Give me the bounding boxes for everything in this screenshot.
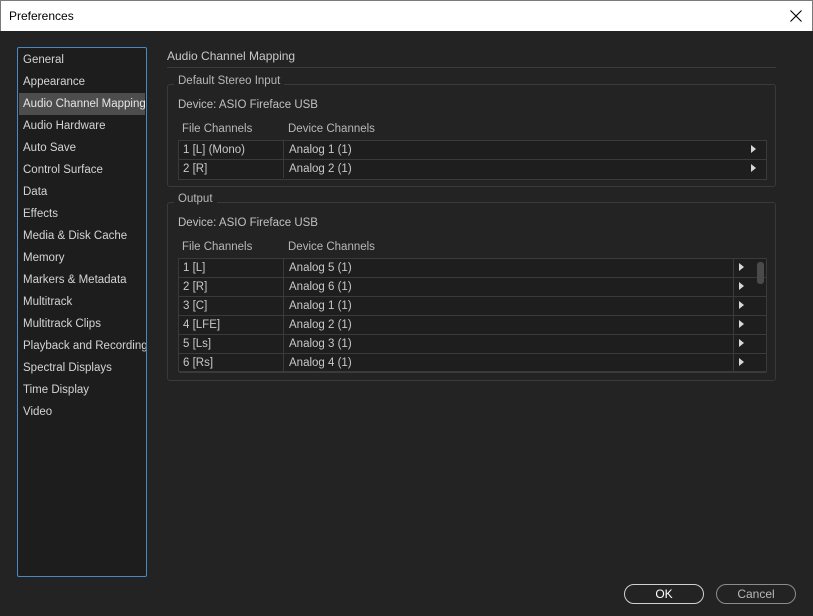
sidebar-item-audio-hardware[interactable]: Audio Hardware xyxy=(18,115,146,137)
table-row[interactable]: 2 [R] Analog 6 (1) xyxy=(179,278,766,297)
chevron-right-icon[interactable] xyxy=(739,301,744,309)
file-channel-cell: 4 [LFE] xyxy=(183,319,221,331)
group-title-output: Output xyxy=(174,193,217,205)
file-channel-cell: 1 [L] (Mono) xyxy=(183,144,245,156)
output-device-label: Device: ASIO Fireface USB xyxy=(178,217,318,229)
group-title-stereo-input: Default Stereo Input xyxy=(174,75,285,87)
column-separator xyxy=(283,259,284,277)
sidebar-item-markers-metadata[interactable]: Markers & Metadata xyxy=(18,269,146,291)
window-title: Preferences xyxy=(9,9,74,23)
title-bar: Preferences xyxy=(0,0,813,31)
sidebar-item-effects[interactable]: Effects xyxy=(18,203,146,225)
sidebar-item-memory[interactable]: Memory xyxy=(18,247,146,269)
chevron-right-icon[interactable] xyxy=(739,339,744,347)
column-separator xyxy=(283,141,284,159)
stereo-input-device-label: Device: ASIO Fireface USB xyxy=(178,99,318,111)
table-row[interactable]: 4 [LFE] Analog 2 (1) xyxy=(179,316,766,335)
sidebar-item-auto-save[interactable]: Auto Save xyxy=(18,137,146,159)
column-separator xyxy=(283,354,284,372)
table-row[interactable]: 3 [C] Analog 1 (1) xyxy=(179,297,766,316)
close-icon xyxy=(790,10,802,22)
file-channel-cell: 6 [Rs] xyxy=(183,357,214,369)
sidebar-item-audio-channel-mapping[interactable]: Audio Channel Mapping xyxy=(19,93,145,115)
scrollbar-thumb[interactable] xyxy=(757,262,764,284)
file-channel-cell: 1 [L] xyxy=(183,262,206,274)
sidebar-item-playback-recording[interactable]: Playback and Recording xyxy=(18,335,146,357)
device-channel-cell: Analog 4 (1) xyxy=(289,357,352,369)
close-button[interactable] xyxy=(780,1,812,31)
device-channel-cell: Analog 5 (1) xyxy=(289,262,352,274)
column-separator xyxy=(283,297,284,315)
chevron-right-icon[interactable] xyxy=(739,320,744,328)
sidebar-item-appearance[interactable]: Appearance xyxy=(18,71,146,93)
output-mapping-table: 1 [L] Analog 5 (1) 2 [R] Analog 6 (1) 3 … xyxy=(178,258,767,373)
device-channel-cell: Analog 6 (1) xyxy=(289,281,352,293)
column-separator xyxy=(733,259,734,277)
chevron-right-icon[interactable] xyxy=(739,263,744,271)
column-header-file-channels: File Channels xyxy=(182,241,253,253)
sidebar-item-spectral-displays[interactable]: Spectral Displays xyxy=(18,357,146,379)
device-channel-cell: Analog 3 (1) xyxy=(289,338,352,350)
chevron-right-icon[interactable] xyxy=(739,358,744,366)
sidebar-item-control-surface[interactable]: Control Surface xyxy=(18,159,146,181)
table-row[interactable]: 6 [Rs] Analog 4 (1) xyxy=(179,354,766,373)
column-header-file-channels: File Channels xyxy=(182,123,253,135)
output-group: Output Device: ASIO Fireface USB File Ch… xyxy=(167,193,776,381)
sidebar-item-general[interactable]: General xyxy=(18,49,146,71)
column-separator xyxy=(733,297,734,315)
column-separator xyxy=(733,335,734,353)
table-row[interactable]: 1 [L] Analog 5 (1) xyxy=(179,259,766,278)
sidebar-item-data[interactable]: Data xyxy=(18,181,146,203)
column-separator xyxy=(733,278,734,296)
file-channel-cell: 2 [R] xyxy=(183,163,208,175)
column-separator xyxy=(283,335,284,353)
column-separator xyxy=(733,316,734,334)
cancel-button[interactable]: Cancel xyxy=(716,584,796,604)
heading-divider xyxy=(167,67,776,68)
chevron-right-icon[interactable] xyxy=(739,282,744,290)
table-row[interactable]: 2 [R] Analog 2 (1) xyxy=(179,160,766,179)
sidebar-item-multitrack-clips[interactable]: Multitrack Clips xyxy=(18,313,146,335)
chevron-right-icon[interactable] xyxy=(751,145,756,153)
file-channel-cell: 2 [R] xyxy=(183,281,208,293)
file-channel-cell: 5 [Ls] xyxy=(183,338,212,350)
default-stereo-input-group: Default Stereo Input Device: ASIO Firefa… xyxy=(167,75,776,187)
sidebar-item-time-display[interactable]: Time Display xyxy=(18,379,146,401)
column-header-device-channels: Device Channels xyxy=(288,123,375,135)
device-channel-cell: Analog 2 (1) xyxy=(289,163,352,175)
output-table-scrollbar[interactable] xyxy=(756,260,765,372)
column-header-device-channels: Device Channels xyxy=(288,241,375,253)
stereo-input-mapping-table: 1 [L] (Mono) Analog 1 (1) 2 [R] Analog 2… xyxy=(178,140,767,180)
sidebar-item-media-disk-cache[interactable]: Media & Disk Cache xyxy=(18,225,146,247)
column-separator xyxy=(283,160,284,178)
column-separator xyxy=(283,278,284,296)
column-separator xyxy=(733,354,734,372)
table-row[interactable]: 5 [Ls] Analog 3 (1) xyxy=(179,335,766,354)
sidebar-item-multitrack[interactable]: Multitrack xyxy=(18,291,146,313)
device-channel-cell: Analog 1 (1) xyxy=(289,300,352,312)
ok-button[interactable]: OK xyxy=(624,584,704,604)
chevron-right-icon[interactable] xyxy=(751,164,756,172)
device-channel-cell: Analog 1 (1) xyxy=(289,144,352,156)
column-separator xyxy=(283,316,284,334)
device-channel-cell: Analog 2 (1) xyxy=(289,319,352,331)
table-row[interactable]: 1 [L] (Mono) Analog 1 (1) xyxy=(179,141,766,160)
preferences-category-list[interactable]: General Appearance Audio Channel Mapping… xyxy=(17,47,147,577)
sidebar-item-video[interactable]: Video xyxy=(18,401,146,423)
file-channel-cell: 3 [C] xyxy=(183,300,208,312)
page-title: Audio Channel Mapping xyxy=(167,49,296,63)
